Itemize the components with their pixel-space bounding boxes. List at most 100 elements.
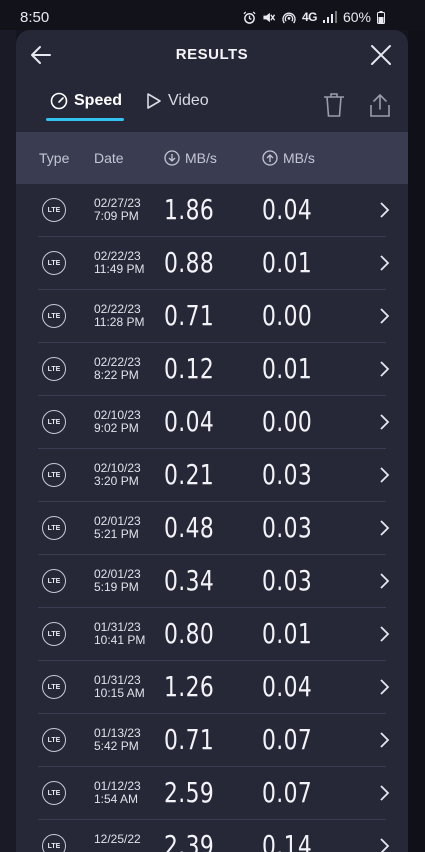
active-tab-indicator [46, 118, 124, 121]
lte-badge: LTE [42, 410, 66, 434]
result-time: 1:54 AM [94, 792, 139, 806]
upload-value: 0.04 [262, 670, 313, 703]
result-time: 7:09 PM [94, 209, 139, 223]
status-time: 8:50 [20, 9, 50, 26]
chevron-right-icon [380, 785, 390, 801]
upload-value: 0.03 [262, 458, 313, 491]
lte-badge: LTE [42, 781, 66, 805]
download-value: 0.04 [164, 405, 215, 438]
chevron-right-icon [380, 255, 390, 271]
chevron-right-icon [380, 573, 390, 589]
download-value: 0.12 [164, 352, 215, 385]
chevron-right-icon [380, 679, 390, 695]
result-row[interactable]: LTE 01/13/23 5:42 PM 0.71 0.07 [16, 714, 408, 767]
result-row[interactable]: LTE 01/12/23 1:54 AM 2.59 0.07 [16, 767, 408, 820]
result-row[interactable]: LTE 02/22/23 11:28 PM 0.71 0.00 [16, 290, 408, 343]
download-icon [164, 150, 180, 166]
lte-badge: LTE [42, 569, 66, 593]
upload-value: 0.07 [262, 776, 313, 809]
status-icons: 4G 60% [243, 9, 385, 25]
lte-badge: LTE [42, 675, 66, 699]
column-download: MB/s [164, 150, 217, 166]
result-row[interactable]: LTE 02/27/23 7:09 PM 1.86 0.04 [16, 184, 408, 237]
download-value: 1.26 [164, 670, 215, 703]
network-type: 4G [301, 10, 318, 24]
result-datetime: 02/10/23 3:20 PM [94, 462, 141, 488]
result-datetime: 02/22/23 11:28 PM [94, 303, 144, 329]
page-title: RESULTS [175, 46, 249, 63]
chevron-right-icon [380, 626, 390, 642]
chevron-right-icon [380, 361, 390, 377]
result-time: 11:28 PM [94, 315, 145, 329]
upload-value: 0.00 [262, 405, 313, 438]
share-icon[interactable] [368, 92, 392, 118]
upload-icon [262, 150, 278, 166]
download-value: 0.34 [164, 564, 215, 597]
speedometer-icon [50, 92, 68, 110]
chevron-right-icon [380, 414, 390, 430]
upload-value: 0.04 [262, 193, 313, 226]
trash-icon[interactable] [322, 92, 346, 118]
lte-badge: LTE [42, 728, 66, 752]
result-datetime: 02/01/23 5:21 PM [94, 515, 141, 541]
result-row[interactable]: LTE 02/10/23 3:20 PM 0.21 0.03 [16, 449, 408, 502]
result-row[interactable]: LTE 02/22/23 11:49 PM 0.88 0.01 [16, 237, 408, 290]
tab-speed-label: Speed [74, 92, 123, 109]
column-header: Type Date MB/s MB/s [16, 132, 408, 184]
download-value: 0.88 [164, 246, 215, 279]
result-time: 10:41 PM [94, 633, 146, 647]
lte-badge: LTE [42, 251, 66, 275]
column-download-label: MB/s [185, 150, 217, 166]
download-value: 2.39 [164, 829, 215, 852]
chevron-right-icon [380, 202, 390, 218]
result-date: 12/25/22 [94, 832, 141, 846]
result-row[interactable]: LTE 01/31/23 10:15 AM 1.26 0.04 [16, 661, 408, 714]
result-time: 5:21 PM [94, 527, 139, 541]
result-row[interactable]: LTE 02/10/23 9:02 PM 0.04 0.00 [16, 396, 408, 449]
chevron-right-icon [380, 520, 390, 536]
result-time: 3:20 PM [94, 474, 139, 488]
background-left [0, 30, 16, 852]
result-time: 5:19 PM [94, 580, 139, 594]
upload-value: 0.14 [262, 829, 313, 852]
status-bar: 8:50 4G 60% [0, 0, 425, 30]
lte-badge: LTE [42, 463, 66, 487]
result-datetime: 02/10/23 9:02 PM [94, 409, 141, 435]
result-row[interactable]: LTE 02/01/23 5:19 PM 0.34 0.03 [16, 555, 408, 608]
upload-value: 0.03 [262, 511, 313, 544]
result-datetime: 02/22/23 8:22 PM [94, 356, 141, 382]
upload-value: 0.03 [262, 564, 313, 597]
upload-value: 0.00 [262, 299, 313, 332]
result-time: 9:02 PM [94, 421, 139, 435]
column-upload-label: MB/s [283, 150, 315, 166]
lte-badge: LTE [42, 516, 66, 540]
result-time: 5:42 PM [94, 739, 139, 753]
upload-value: 0.01 [262, 617, 313, 650]
result-row[interactable]: LTE 02/01/23 5:21 PM 0.48 0.03 [16, 502, 408, 555]
result-datetime: 02/22/23 11:49 PM [94, 250, 144, 276]
result-time: 8:22 PM [94, 368, 139, 382]
close-icon[interactable] [368, 42, 394, 68]
tab-speed[interactable]: Speed [50, 92, 122, 110]
result-row[interactable]: LTE 12/25/22 2.39 0.14 [16, 820, 408, 852]
result-datetime: 01/31/23 10:15 AM [94, 674, 145, 700]
background-right [408, 30, 425, 852]
upload-value: 0.01 [262, 352, 313, 385]
result-row[interactable]: LTE 01/31/23 10:41 PM 0.80 0.01 [16, 608, 408, 661]
tab-video[interactable]: Video [146, 92, 209, 110]
tab-video-label: Video [168, 92, 209, 109]
lte-badge: LTE [42, 622, 66, 646]
download-value: 0.71 [164, 299, 215, 332]
chevron-right-icon [380, 732, 390, 748]
tabs: Speed Video [16, 82, 408, 128]
upload-value: 0.01 [262, 246, 313, 279]
play-icon [147, 93, 161, 109]
lte-badge: LTE [42, 834, 66, 852]
result-datetime: 12/25/22 [94, 833, 141, 846]
result-row[interactable]: LTE 02/22/23 8:22 PM 0.12 0.01 [16, 343, 408, 396]
download-value: 2.59 [164, 776, 215, 809]
result-datetime: 02/27/23 7:09 PM [94, 197, 141, 223]
chevron-right-icon [380, 467, 390, 483]
lte-badge: LTE [42, 357, 66, 381]
result-datetime: 01/12/23 1:54 AM [94, 780, 141, 806]
